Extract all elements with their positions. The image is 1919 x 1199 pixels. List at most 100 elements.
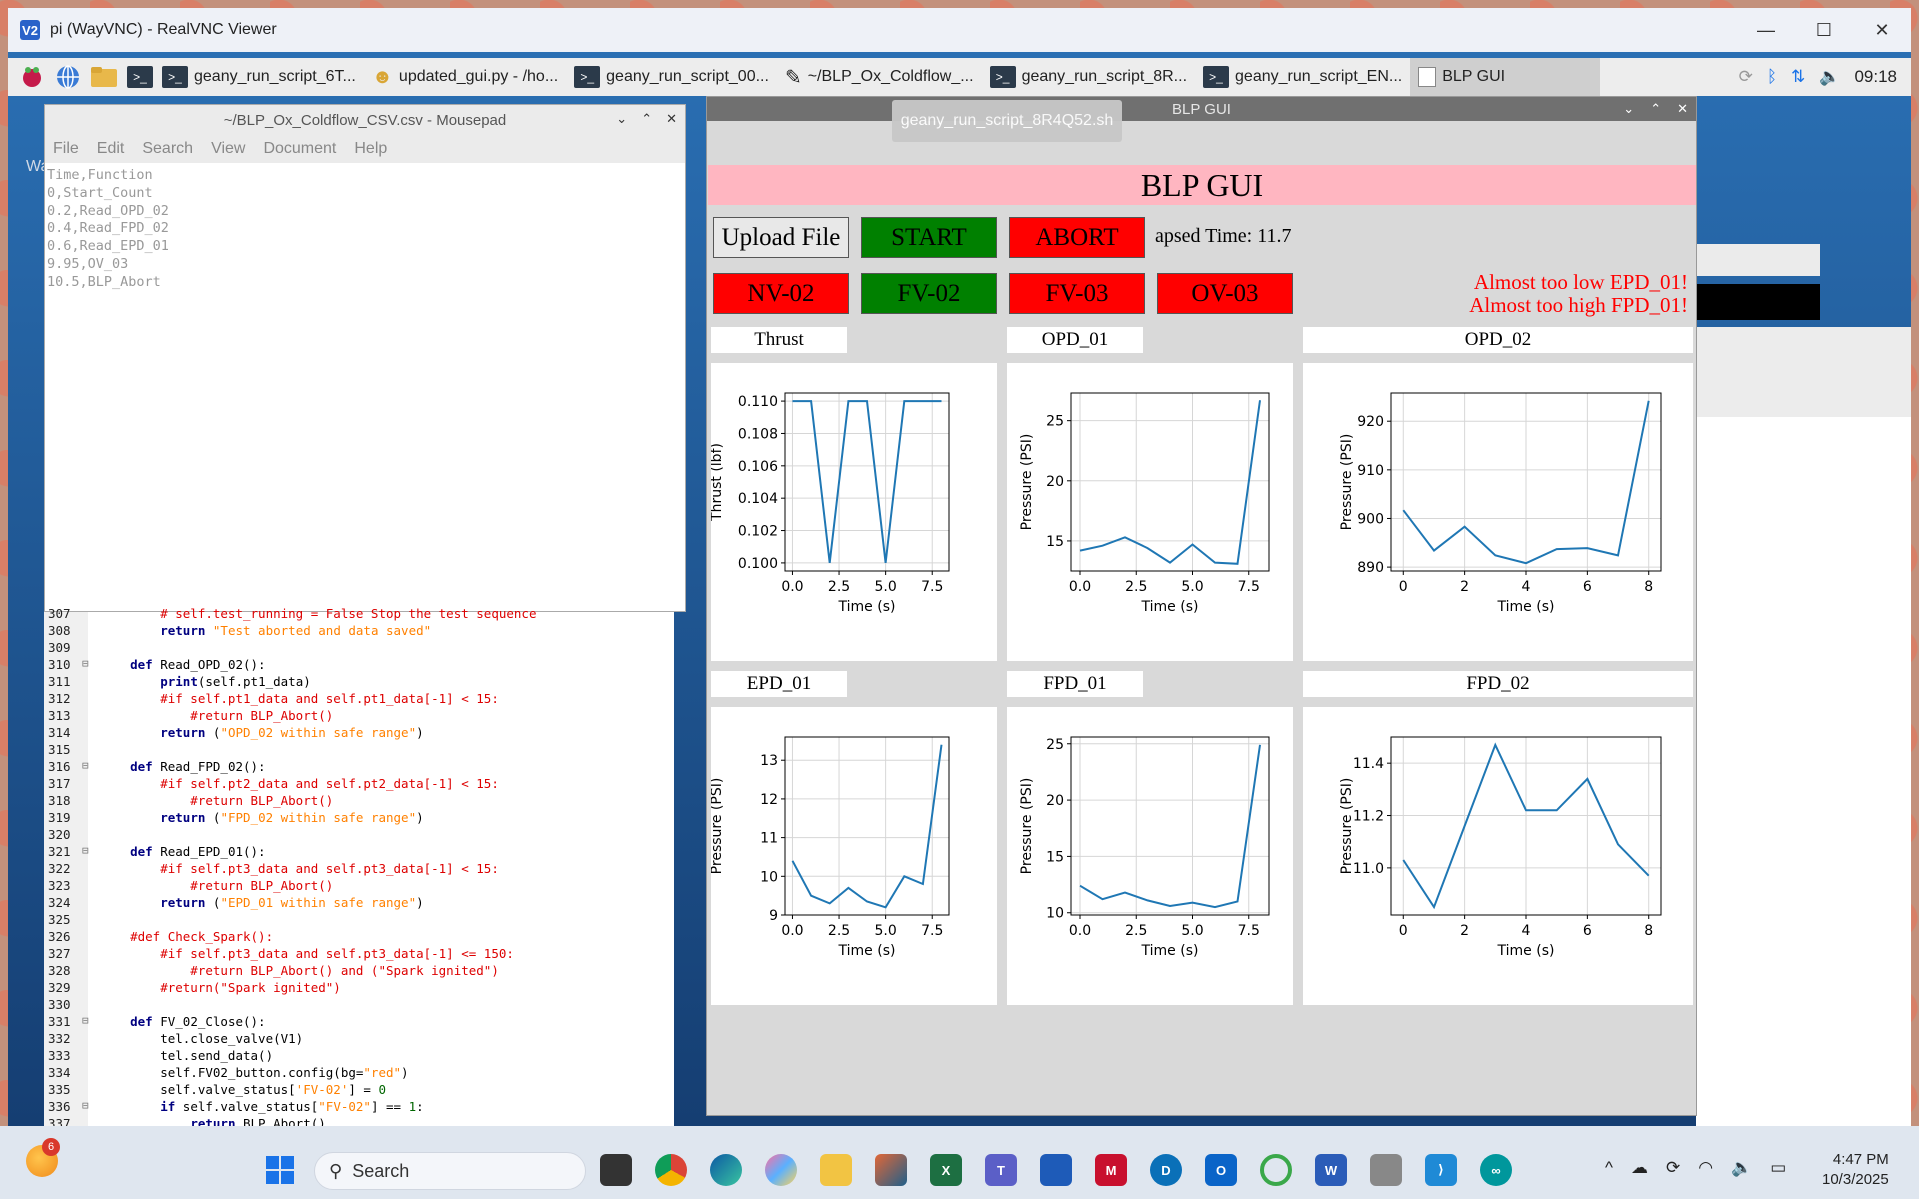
menu-document[interactable]: Document bbox=[263, 140, 336, 158]
fold-toggle-icon[interactable]: ⊟ bbox=[82, 1099, 96, 1116]
fold-toggle-icon[interactable]: ⊟ bbox=[82, 844, 96, 861]
wifi-icon[interactable]: ◠ bbox=[1698, 1158, 1713, 1178]
taskbar-item-geany-run-script-8r[interactable]: >_ geany_run_script_8R... bbox=[982, 58, 1195, 96]
menu-search[interactable]: Search bbox=[142, 140, 193, 158]
code-line: 313 #return BLP_Abort() bbox=[44, 708, 333, 725]
x-tick-label: 4 bbox=[1522, 923, 1531, 939]
tray-chevron-icon[interactable]: ^ bbox=[1605, 1158, 1613, 1178]
chrome-icon[interactable] bbox=[655, 1154, 687, 1186]
code-line: 323 #return BLP_Abort() bbox=[44, 878, 333, 895]
menu-view[interactable]: View bbox=[211, 140, 245, 158]
line-number: 326 bbox=[48, 929, 71, 944]
line-number: 312 bbox=[48, 691, 71, 706]
right-grey-band bbox=[1696, 327, 1911, 417]
app-window-icon[interactable] bbox=[1370, 1154, 1402, 1186]
clock-date: 10/3/2025 bbox=[1822, 1171, 1889, 1188]
x-tick-label: 5.0 bbox=[875, 579, 897, 595]
line-number: 335 bbox=[48, 1082, 71, 1097]
copilot-icon[interactable] bbox=[765, 1154, 797, 1186]
right-background-window bbox=[1696, 244, 1820, 276]
dell-icon[interactable]: D bbox=[1150, 1154, 1182, 1186]
volume-icon[interactable]: 🔈 bbox=[1819, 67, 1840, 87]
mousepad-text-area[interactable]: Time,Function 0,Start_Count 0.2,Read_OPD… bbox=[45, 163, 685, 296]
chevron-up-icon[interactable]: ⌃ bbox=[641, 111, 652, 127]
code-line: 322 #if self.pt3_data and self.pt3_data[… bbox=[44, 861, 499, 878]
task-view-icon[interactable] bbox=[600, 1154, 632, 1186]
close-button[interactable]: ✕ bbox=[1853, 20, 1911, 41]
chevron-down-icon[interactable]: ⌄ bbox=[616, 111, 627, 127]
store-icon[interactable] bbox=[1040, 1154, 1072, 1186]
abort-button[interactable]: ABORT bbox=[1009, 217, 1145, 258]
sync-icon[interactable]: ⟳ bbox=[1666, 1158, 1680, 1178]
close-icon[interactable]: ✕ bbox=[666, 111, 677, 127]
matlab-icon[interactable] bbox=[875, 1154, 907, 1186]
network-icon[interactable]: ⇅ bbox=[1791, 67, 1805, 87]
blp-banner: BLP GUI bbox=[708, 165, 1696, 205]
excel-icon[interactable]: X bbox=[930, 1154, 962, 1186]
plot-frame bbox=[784, 736, 950, 916]
outlook-icon[interactable]: O bbox=[1205, 1154, 1237, 1186]
plot-panel-fpd-02: 0 2 4 6 8 11.0 11.2 11.4 Time (s) Pressure (PSI) bbox=[1303, 707, 1693, 1005]
menu-file[interactable]: File bbox=[53, 140, 79, 158]
taskbar-item-geany-run-script-en[interactable]: >_ geany_run_script_EN... bbox=[1195, 58, 1410, 96]
taskbar-item-blp-gui[interactable]: BLP GUI bbox=[1410, 58, 1601, 96]
plot-title-opd-02: OPD_02 bbox=[1303, 327, 1693, 353]
menu-help[interactable]: Help bbox=[354, 140, 387, 158]
minimize-button[interactable]: — bbox=[1737, 20, 1795, 41]
terminal-launcher-icon[interactable]: >_ bbox=[126, 63, 154, 91]
menu-edit[interactable]: Edit bbox=[97, 140, 125, 158]
teams-icon[interactable]: T bbox=[985, 1154, 1017, 1186]
start-button[interactable]: START bbox=[861, 217, 997, 258]
x-tick-label: 4 bbox=[1522, 579, 1531, 595]
line-number: 311 bbox=[48, 674, 71, 689]
taskbar-search-box[interactable]: ⚲ Search bbox=[314, 1152, 586, 1190]
battery-icon[interactable]: ▭ bbox=[1770, 1158, 1786, 1178]
arduino-icon[interactable]: ∞ bbox=[1480, 1154, 1512, 1186]
mcafee-icon[interactable]: M bbox=[1095, 1154, 1127, 1186]
x-tick-label: 0.0 bbox=[1069, 579, 1091, 595]
nv-02-button[interactable]: NV-02 bbox=[713, 273, 849, 314]
taskbar-item-geany-run-script-6t[interactable]: >_ geany_run_script_6T... bbox=[154, 58, 364, 96]
right-white-panel bbox=[1696, 327, 1911, 1126]
cloud-icon[interactable]: ☁ bbox=[1631, 1158, 1648, 1178]
code-line: 335 self.valve_status['FV-02'] = 0 bbox=[44, 1082, 386, 1099]
chevron-up-icon[interactable]: ⌃ bbox=[1650, 101, 1661, 117]
taskbar-item-geany-run-script-00[interactable]: >_ geany_run_script_00... bbox=[566, 58, 777, 96]
file-manager-icon[interactable] bbox=[90, 63, 118, 91]
refresh-app-icon[interactable] bbox=[1260, 1154, 1292, 1186]
fold-toggle-icon[interactable]: ⊟ bbox=[82, 657, 96, 674]
ov-03-button[interactable]: OV-03 bbox=[1157, 273, 1293, 314]
edge-icon[interactable] bbox=[710, 1154, 742, 1186]
windows-start-icon[interactable] bbox=[266, 1156, 294, 1184]
fold-toggle-icon[interactable]: ⊟ bbox=[82, 759, 96, 776]
taskbar-item-mousepad[interactable]: ✎ ~/BLP_Ox_Coldflow_... bbox=[777, 58, 982, 96]
code-text: tel.send_data() bbox=[100, 1048, 274, 1063]
y-tick-label: 12 bbox=[760, 792, 778, 808]
vscode-icon[interactable]: ⟩ bbox=[1425, 1154, 1457, 1186]
code-editor[interactable]: 307 # self.test_running = False Stop the… bbox=[44, 606, 674, 1131]
sync-icon[interactable]: ⟳ bbox=[1739, 67, 1753, 87]
fv-02-button[interactable]: FV-02 bbox=[861, 273, 997, 314]
maximize-button[interactable]: ☐ bbox=[1795, 20, 1853, 41]
raspberry-menu-icon[interactable] bbox=[18, 63, 46, 91]
clock-time: 4:47 PM bbox=[1832, 1151, 1889, 1168]
close-icon[interactable]: ✕ bbox=[1677, 101, 1688, 117]
code-text: return ("FPD_02 within safe range") bbox=[160, 810, 424, 825]
windows-clock[interactable]: 4:47 PM 10/3/2025 bbox=[1822, 1150, 1889, 1190]
fv-03-button[interactable]: FV-03 bbox=[1009, 273, 1145, 314]
file-explorer-icon[interactable] bbox=[820, 1154, 852, 1186]
chevron-down-icon[interactable]: ⌄ bbox=[1623, 101, 1634, 117]
taskbar-item-updated-gui[interactable]: ☻ updated_gui.py - /ho... bbox=[364, 58, 566, 96]
speaker-icon[interactable]: 🔈 bbox=[1731, 1158, 1752, 1178]
warning-epd-01: Almost too low EPD_01! bbox=[1473, 270, 1688, 294]
browser-icon[interactable] bbox=[54, 63, 82, 91]
word-icon[interactable]: W bbox=[1315, 1154, 1347, 1186]
line-number: 318 bbox=[48, 793, 71, 808]
upload-file-button[interactable]: Upload File bbox=[713, 217, 849, 258]
code-line: 310 ⊟ def Read_OPD_02(): bbox=[44, 657, 266, 674]
code-line: 315 bbox=[44, 742, 100, 759]
bluetooth-icon[interactable]: ᛒ bbox=[1767, 67, 1777, 87]
fold-toggle-icon[interactable]: ⊟ bbox=[82, 1014, 96, 1031]
